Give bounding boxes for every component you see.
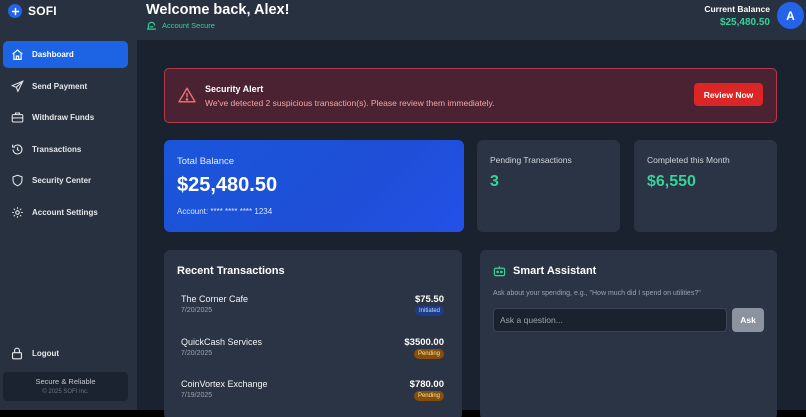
assistant-title: Smart Assistant	[513, 265, 597, 277]
alert-message: We've detected 2 suspicious transaction(…	[205, 98, 495, 108]
sidebar-item-label: Security Center	[32, 176, 92, 185]
sidebar-nav: Dashboard Send Payment Withdraw Funds Tr…	[3, 41, 128, 230]
logo-icon	[8, 4, 22, 18]
robot-icon	[493, 266, 506, 277]
logo[interactable]: SOFI	[8, 3, 57, 19]
sidebar-item-send-payment[interactable]: Send Payment	[3, 73, 128, 100]
transaction-name: The Corner Cafe	[181, 294, 249, 304]
pending-label: Pending Transactions	[490, 155, 572, 165]
sidebar-item-label: Transactions	[32, 144, 82, 154]
transaction-amount: $780.00	[409, 379, 444, 390]
security-alert: Security Alert We've detected 2 suspicio…	[164, 68, 777, 123]
app-window: SOFI Dashboard Send Payment Withdraw Fun…	[0, 0, 806, 417]
transaction-date: 7/20/2025	[181, 307, 213, 314]
transaction-date: 7/19/2025	[181, 392, 213, 399]
history-icon	[12, 143, 23, 154]
security-footer: Secure & Reliable © 2025 SOFI Inc.	[3, 372, 128, 401]
total-balance-card: Total Balance $25,480.50 Account: **** *…	[164, 140, 464, 232]
top-header: Welcome back, Alex! Account Secure Curre…	[137, 0, 806, 41]
account-status: Account Secure	[146, 21, 215, 30]
smart-assistant-panel: Smart Assistant Ask about your spending,…	[480, 250, 777, 417]
status-badge: Initiated	[414, 306, 444, 316]
transaction-date: 7/20/2025	[181, 350, 213, 357]
transaction-name: CoinVortex Exchange	[181, 379, 268, 389]
sidebar-item-dashboard[interactable]: Dashboard	[3, 41, 128, 68]
current-balance-label: Current Balance	[704, 4, 770, 14]
sidebar-item-label: Account Settings	[32, 207, 98, 217]
sidebar-item-label: Send Payment	[32, 81, 88, 91]
sidebar-item-account-settings[interactable]: Account Settings	[3, 199, 128, 226]
page-title: Welcome back, Alex!	[146, 2, 290, 18]
transaction-row[interactable]: The Corner Cafe 7/20/2025 $75.50 Initiat…	[181, 294, 444, 324]
status-text: Account Secure	[162, 21, 215, 30]
sidebar: SOFI Dashboard Send Payment Withdraw Fun…	[0, 0, 137, 410]
shield-icon	[12, 174, 23, 187]
status-badge: Pending	[413, 391, 444, 401]
alert-title: Security Alert	[205, 84, 264, 94]
ask-button[interactable]: Ask	[732, 308, 764, 332]
transaction-row[interactable]: QuickCash Services 7/20/2025 $3500.00 Pe…	[181, 337, 444, 367]
sidebar-item-label: Dashboard	[32, 50, 74, 59]
total-balance-label: Total Balance	[177, 156, 235, 167]
transaction-amount: $75.50	[414, 294, 444, 305]
transaction-name: QuickCash Services	[181, 337, 263, 347]
total-balance-value: $25,480.50	[177, 174, 278, 196]
account-number: Account: **** **** **** 1234	[177, 207, 273, 216]
status-badge: Pending	[413, 349, 444, 359]
sidebar-item-withdraw-funds[interactable]: Withdraw Funds	[3, 104, 128, 131]
brand-name: SOFI	[28, 4, 57, 18]
gear-icon	[12, 206, 23, 218]
sidebar-item-security-center[interactable]: Security Center	[3, 167, 128, 194]
completed-label: Completed this Month	[647, 155, 730, 165]
secure-icon	[147, 21, 156, 30]
review-now-button[interactable]: Review Now	[694, 83, 763, 106]
recent-transactions-title: Recent Transactions	[177, 265, 285, 277]
sidebar-item-label: Withdraw Funds	[32, 113, 95, 122]
pending-transactions-card: Pending Transactions 3	[477, 140, 620, 232]
logout-button[interactable]: Logout	[11, 347, 59, 360]
sidebar-item-transactions[interactable]: Transactions	[3, 136, 128, 163]
pending-value: 3	[490, 173, 499, 190]
footer-title: Secure & Reliable	[35, 377, 96, 386]
assistant-question-input[interactable]	[493, 308, 727, 332]
assistant-hint: Ask about your spending, e.g., "How much…	[493, 290, 701, 297]
completed-value: $6,550	[647, 173, 696, 190]
home-icon	[12, 49, 23, 60]
logout-label: Logout	[32, 349, 60, 358]
recent-transactions-panel: Recent Transactions The Corner Cafe 7/20…	[164, 250, 462, 417]
lock-icon	[11, 347, 23, 360]
current-balance-value: $25,480.50	[719, 17, 770, 28]
send-icon	[11, 79, 24, 93]
briefcase-icon	[11, 112, 24, 123]
warning-icon	[178, 87, 196, 103]
transaction-row[interactable]: CoinVortex Exchange 7/19/2025 $780.00 Pe…	[181, 379, 444, 409]
footer-copyright: © 2025 SOFI Inc.	[42, 389, 89, 395]
avatar[interactable]: A	[777, 2, 804, 29]
transaction-amount: $3500.00	[404, 337, 444, 348]
completed-month-card: Completed this Month $6,550	[634, 140, 777, 232]
